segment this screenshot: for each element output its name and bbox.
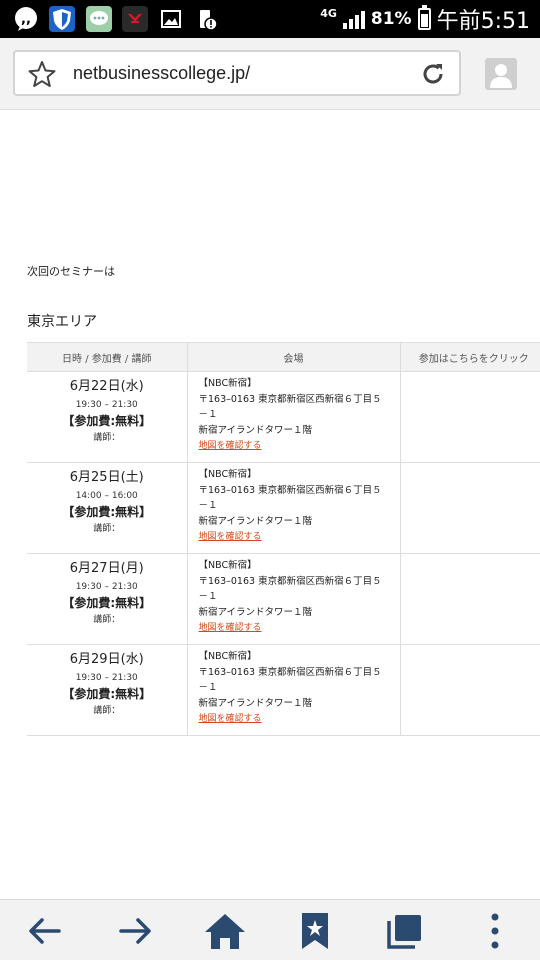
- seminar-lecturer: 講師：: [93, 524, 121, 534]
- back-arrow-icon[interactable]: [22, 908, 68, 954]
- url-text[interactable]: netbusinesscollege.jp/: [73, 63, 250, 84]
- network-type: 4G: [320, 6, 337, 20]
- header-join: 参加はこちらをクリック: [399, 342, 540, 372]
- join-cell[interactable]: [399, 462, 540, 554]
- shield-icon: [49, 6, 75, 32]
- star-icon[interactable]: [27, 59, 57, 89]
- forward-arrow-icon[interactable]: [112, 908, 158, 954]
- seminar-fee: 【参加費:無料】: [62, 505, 152, 519]
- seminar-lecturer: 講師：: [93, 706, 121, 716]
- url-bar[interactable]: netbusinesscollege.jp/: [13, 50, 461, 96]
- svg-text:,,: ,,: [21, 12, 31, 27]
- seminar-time: 14:00 – 16:00: [75, 491, 138, 501]
- join-cell[interactable]: [399, 371, 540, 463]
- seminar-date: 6月27日(月): [69, 561, 144, 576]
- seminar-lecturer: 講師：: [93, 433, 121, 443]
- seminar-time: 19:30 – 21:30: [75, 673, 138, 683]
- seminar-date: 6月25日(土): [69, 470, 144, 485]
- bottom-nav-bar: [0, 899, 540, 960]
- map-link[interactable]: 地図を確認する: [199, 622, 262, 634]
- web-page: 次回のセミナーは 東京エリア 日時 / 参加費 / 講師 会場 参加はこちらをク…: [0, 111, 540, 899]
- header-venue: 会場: [186, 342, 400, 372]
- seminar-fee: 【参加費:無料】: [62, 687, 152, 701]
- reload-icon[interactable]: [419, 60, 447, 88]
- venue-building: 新宿アイランドタワー１階: [198, 515, 313, 527]
- header-datetime: 日時 / 参加費 / 講師: [27, 342, 187, 372]
- browser-toolbar: netbusinesscollege.jp/: [0, 38, 540, 110]
- venue-address-cont: －１: [198, 500, 218, 511]
- venue-cell: 【NBC新宿】 〒163–0163 東京都新宿区西新宿６丁目５ －１ 新宿アイラ…: [186, 462, 400, 554]
- seminar-lecturer: 講師：: [93, 615, 121, 625]
- date-cell: 6月22日(水) 19:30 – 21:30 【参加費:無料】 講師：: [27, 371, 187, 463]
- status-bar: ,, 4G 81% 午前5:51: [0, 0, 540, 38]
- table-header-row: 日時 / 参加費 / 講師 会場 参加はこちらをクリック: [27, 342, 540, 372]
- signal-icon: [342, 9, 365, 29]
- table-row: 6月27日(月) 19:30 – 21:30 【参加費:無料】 講師： 【NBC…: [27, 553, 540, 645]
- venue-name: 【NBC新宿】: [198, 651, 257, 662]
- join-cell[interactable]: [399, 553, 540, 645]
- more-menu-icon[interactable]: [472, 908, 518, 954]
- table-row: 6月29日(水) 19:30 – 21:30 【参加費:無料】 講師： 【NBC…: [27, 644, 540, 736]
- venue-building: 新宿アイランドタワー１階: [198, 424, 313, 436]
- venue-name: 【NBC新宿】: [198, 378, 257, 389]
- map-link[interactable]: 地図を確認する: [199, 440, 262, 452]
- venue-address: 〒163–0163 東京都新宿区西新宿６丁目５: [198, 393, 382, 405]
- seminar-date: 6月29日(水): [69, 652, 144, 667]
- venue-building: 新宿アイランドタワー１階: [198, 697, 313, 709]
- venue-address-cont: －１: [198, 682, 218, 693]
- venue-cell: 【NBC新宿】 〒163–0163 東京都新宿区西新宿６丁目５ －１ 新宿アイラ…: [186, 644, 400, 736]
- gallery-icon: [158, 6, 184, 32]
- area-title: 東京エリア: [27, 314, 97, 330]
- venue-cell: 【NBC新宿】 〒163–0163 東京都新宿区西新宿６丁目５ －１ 新宿アイラ…: [186, 553, 400, 645]
- venue-address-cont: －１: [198, 409, 218, 420]
- chat-bubble-icon: ,,: [14, 6, 40, 32]
- date-cell: 6月25日(土) 14:00 – 16:00 【参加費:無料】 講師：: [27, 462, 187, 554]
- venue-address: 〒163–0163 東京都新宿区西新宿６丁目５: [198, 484, 382, 496]
- bookmarks-icon[interactable]: [292, 908, 338, 954]
- date-cell: 6月27日(月) 19:30 – 21:30 【参加費:無料】 講師：: [27, 553, 187, 645]
- seminar-fee: 【参加費:無料】: [62, 596, 152, 610]
- red-app-icon: [122, 6, 148, 32]
- join-cell[interactable]: [399, 644, 540, 736]
- seminar-time: 19:30 – 21:30: [75, 582, 138, 592]
- venue-address-cont: －１: [198, 591, 218, 602]
- tabs-icon[interactable]: [382, 908, 428, 954]
- seminar-fee: 【参加費:無料】: [62, 414, 152, 428]
- venue-cell: 【NBC新宿】 〒163–0163 東京都新宿区西新宿６丁目５ －１ 新宿アイラ…: [186, 371, 400, 463]
- storage-alert-icon: [194, 6, 220, 32]
- venue-name: 【NBC新宿】: [198, 469, 257, 480]
- profile-icon[interactable]: [485, 58, 517, 90]
- home-icon[interactable]: [202, 908, 248, 954]
- date-cell: 6月29日(水) 19:30 – 21:30 【参加費:無料】 講師：: [27, 644, 187, 736]
- message-app-icon: [86, 6, 112, 32]
- seminar-time: 19:30 – 21:30: [75, 400, 138, 410]
- venue-address: 〒163–0163 東京都新宿区西新宿６丁目５: [198, 666, 382, 678]
- table-row: 6月25日(土) 14:00 – 16:00 【参加費:無料】 講師： 【NBC…: [27, 462, 540, 554]
- battery-percent: 81%: [370, 9, 412, 29]
- seminar-table: 日時 / 参加費 / 講師 会場 参加はこちらをクリック 6月22日(水) 19…: [27, 342, 540, 736]
- intro-text: 次回のセミナーは: [27, 265, 115, 278]
- venue-address: 〒163–0163 東京都新宿区西新宿６丁目５: [198, 575, 382, 587]
- venue-building: 新宿アイランドタワー１階: [198, 606, 313, 618]
- venue-name: 【NBC新宿】: [198, 560, 257, 571]
- map-link[interactable]: 地図を確認する: [199, 531, 262, 543]
- seminar-date: 6月22日(水): [69, 379, 144, 394]
- table-row: 6月22日(水) 19:30 – 21:30 【参加費:無料】 講師： 【NBC…: [27, 371, 540, 463]
- clock: 午前5:51: [436, 9, 530, 34]
- map-link[interactable]: 地図を確認する: [199, 713, 262, 725]
- battery-icon: [417, 5, 431, 30]
